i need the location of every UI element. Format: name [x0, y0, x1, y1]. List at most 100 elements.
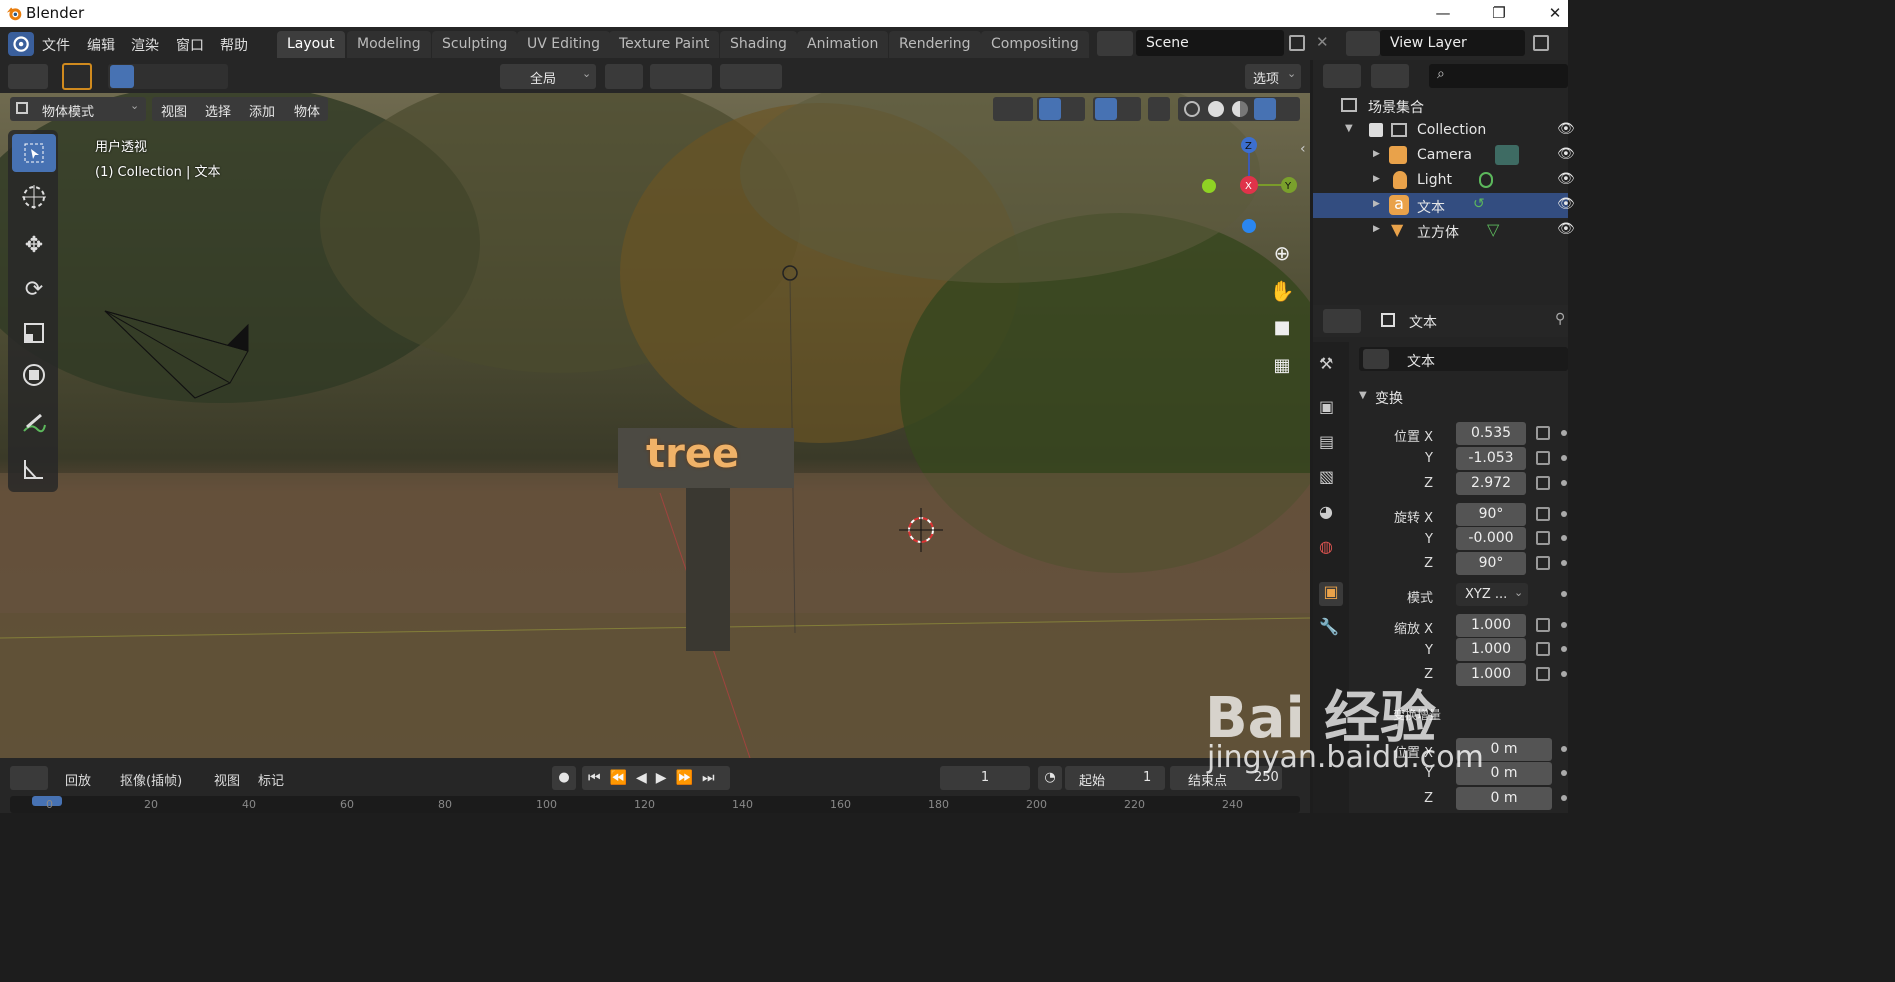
keyframe-dot-icon[interactable] — [1561, 511, 1567, 517]
checkbox-icon[interactable] — [1369, 123, 1383, 137]
lock-icon[interactable] — [1536, 507, 1550, 521]
expand-arrow-icon[interactable]: ▶ — [1373, 149, 1380, 159]
options-dropdown[interactable]: 选项 ⌄ — [1245, 64, 1301, 89]
tab-animation[interactable]: Animation — [797, 31, 889, 58]
view-layer-tab-icon[interactable]: ▧ — [1319, 467, 1343, 491]
gizmo-toggle-icon[interactable] — [1037, 97, 1085, 121]
eye-icon[interactable]: 👁 — [1557, 146, 1575, 162]
tab-modeling[interactable]: Modeling — [347, 31, 431, 58]
transform-orientation-dropdown[interactable]: 全局 ⌄ — [500, 64, 596, 89]
scene-name-field[interactable]: Scene — [1136, 30, 1284, 56]
keyframe-dot-icon[interactable] — [1561, 591, 1567, 597]
lock-icon[interactable] — [1536, 618, 1550, 632]
camera-view-icon[interactable]: ■ — [1268, 317, 1296, 345]
expand-arrow-icon[interactable]: ▶ — [1373, 199, 1380, 209]
marker-menu[interactable]: 标记 — [258, 770, 284, 789]
display-mode-icon[interactable] — [1371, 64, 1409, 88]
lock-icon[interactable] — [1536, 476, 1550, 490]
location-y-field[interactable]: -1.053 — [1456, 447, 1526, 470]
tree-item-collection[interactable]: ▼ Collection 👁 — [1313, 118, 1575, 143]
visibility-icon[interactable] — [993, 97, 1033, 121]
outliner-search-input[interactable]: ⌕ — [1429, 64, 1568, 88]
outliner-editor-type-icon[interactable] — [1323, 64, 1361, 88]
rotation-z-field[interactable]: 90° — [1456, 552, 1526, 575]
lock-icon[interactable] — [1536, 451, 1550, 465]
restore-icon[interactable]: ❐ — [1484, 2, 1514, 24]
keyframe-dot-icon[interactable] — [1561, 535, 1567, 541]
select-set-icon[interactable] — [110, 65, 134, 88]
keyframe-dot-icon[interactable] — [1561, 795, 1567, 801]
expand-arrow-icon[interactable]: ▶ — [1373, 224, 1380, 234]
tab-uv-editing[interactable]: UV Editing — [517, 31, 611, 58]
rotate-tool-icon[interactable]: ⟳ — [12, 270, 56, 308]
properties-editor-type-icon[interactable] — [1323, 309, 1361, 333]
keyframe-dot-icon[interactable] — [1561, 430, 1567, 436]
mesh-data-icon[interactable]: ▽ — [1487, 220, 1499, 239]
pin-icon[interactable]: ⚲ — [1555, 311, 1565, 327]
select-box-tool-icon[interactable] — [12, 134, 56, 172]
annotate-tool-icon[interactable] — [12, 406, 56, 444]
eye-icon[interactable]: 👁 — [1557, 121, 1575, 137]
timeline-ruler[interactable]: 0 20 40 60 80 100 120 140 160 180 200 220 240 — [10, 796, 1300, 813]
object-data-selector-icon[interactable] — [1363, 349, 1389, 369]
tab-layout[interactable]: Layout — [277, 31, 345, 58]
sidebar-toggle-icon[interactable]: ‹ — [1300, 141, 1306, 157]
wireframe-shading-icon[interactable] — [1184, 101, 1200, 117]
overlay-toggle-icon[interactable] — [1093, 97, 1141, 121]
transform-panel-title[interactable]: 变换 — [1375, 388, 1403, 408]
tab-compositing[interactable]: Compositing — [981, 31, 1089, 58]
camera-data-icon[interactable] — [1495, 145, 1519, 165]
eye-icon[interactable]: 👁 — [1557, 221, 1575, 237]
tool-tab-icon[interactable]: ⚒ — [1319, 354, 1343, 378]
minimize-icon[interactable]: — — [1428, 2, 1458, 24]
menu-render[interactable]: 渲染 — [131, 35, 159, 55]
blender-menu-icon[interactable] — [8, 32, 34, 56]
material-shading-icon[interactable] — [1232, 101, 1248, 117]
menu-object[interactable]: 物体 — [294, 101, 320, 120]
playback-controls[interactable]: ⏮⏪◀▶⏩⏭ — [582, 766, 730, 790]
shading-mode-buttons[interactable] — [1178, 97, 1300, 121]
render-tab-icon[interactable]: ▣ — [1319, 397, 1343, 421]
cursor-tool-icon[interactable] — [12, 178, 56, 216]
xray-toggle-icon[interactable] — [1148, 97, 1170, 121]
keyframe-dot-icon[interactable] — [1561, 480, 1567, 486]
object-tab-icon[interactable]: ▣ — [1319, 582, 1343, 606]
sign-text[interactable]: tree — [646, 431, 739, 477]
sign-post[interactable] — [686, 483, 730, 651]
modifier-tab-icon[interactable]: 🔧 — [1319, 617, 1343, 641]
3d-viewport[interactable]: tree 物体模式 ⌄ 视图 选择 添加 物体 用户透视 (1) Collect… — [0, 93, 1310, 758]
expand-arrow-icon[interactable]: ▼ — [1345, 123, 1353, 134]
close-icon[interactable]: ✕ — [1540, 2, 1570, 24]
tree-item-cube[interactable]: ▶ ▼ 立方体 ▽ 👁 — [1313, 218, 1575, 243]
menu-help[interactable]: 帮助 — [220, 35, 248, 55]
move-tool-icon[interactable]: ✥ — [12, 226, 56, 264]
navigation-gizmo[interactable]: Z Y X — [1195, 133, 1305, 233]
mode-dropdown[interactable]: 物体模式 ⌄ — [10, 97, 146, 121]
rotation-x-field[interactable]: 90° — [1456, 503, 1526, 526]
tree-item-camera[interactable]: ▶ Camera 👁 — [1313, 143, 1575, 168]
view-layer-selector-icon[interactable] — [1346, 31, 1380, 56]
record-icon[interactable]: ● — [552, 766, 576, 790]
timeline-view-menu[interactable]: 视图 — [214, 770, 240, 789]
eye-icon[interactable]: 👁 — [1557, 196, 1575, 212]
keyframe-dot-icon[interactable] — [1561, 455, 1567, 461]
tab-sculpting[interactable]: Sculpting — [432, 31, 518, 58]
scale-x-field[interactable]: 1.000 — [1456, 614, 1526, 637]
tree-item-light[interactable]: ▶ Light 👁 — [1313, 168, 1575, 193]
scale-tool-icon[interactable] — [12, 314, 56, 352]
panel-collapse-icon[interactable]: ▼ — [1359, 390, 1367, 401]
world-tab-icon[interactable]: ◍ — [1319, 537, 1343, 561]
tree-item-text[interactable]: ▶ a 文本 ↺ 👁 — [1313, 193, 1575, 218]
selection-mode-buttons[interactable] — [108, 64, 228, 89]
pan-hand-icon[interactable]: ✋ — [1268, 279, 1296, 307]
menu-window[interactable]: 窗口 — [176, 35, 204, 55]
rendered-shading-icon[interactable] — [1254, 98, 1276, 120]
view-layer-field[interactable]: View Layer — [1380, 30, 1525, 56]
snapping-icon[interactable] — [650, 64, 712, 89]
location-x-field[interactable]: 0.535 — [1456, 422, 1526, 445]
lock-icon[interactable] — [1536, 531, 1550, 545]
menu-select[interactable]: 选择 — [205, 101, 231, 120]
tab-texture-paint[interactable]: Texture Paint — [609, 31, 720, 58]
editor-type-icon[interactable] — [8, 64, 48, 89]
rotation-y-field[interactable]: -0.000 — [1456, 527, 1526, 550]
